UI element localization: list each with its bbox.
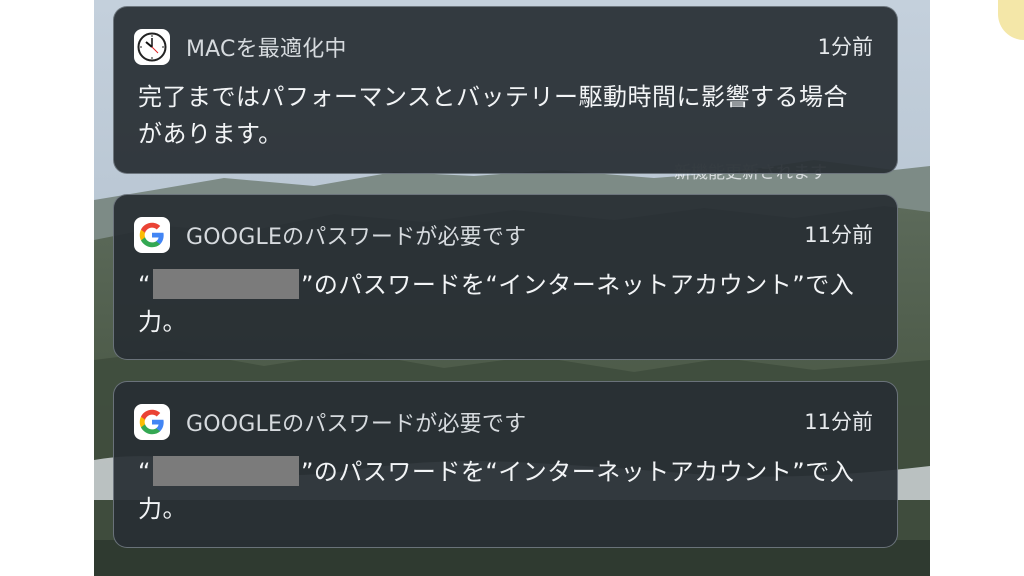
open-quote: “ (138, 271, 151, 299)
notification-time: 11分前 (804, 410, 873, 434)
open-quote: “ (138, 458, 151, 486)
redacted-account-name (152, 456, 299, 486)
notification-header: GOOGLEのパスワードが必要です 11分前 (134, 404, 873, 440)
notification-body: 完了まではパフォーマンスとバッテリー駆動時間に影響する場合があります。 (138, 83, 849, 148)
notification-app-name: GOOGLEのパスワードが必要です (186, 225, 527, 250)
notification-time: 1分前 (817, 35, 873, 59)
clock-icon (134, 29, 170, 65)
notification-header: MACを最適化中 1分前 (134, 29, 873, 65)
corner-badge (998, 0, 1024, 40)
google-icon (134, 217, 170, 253)
google-icon (134, 404, 170, 440)
notification-app-name: MACを最適化中 (186, 37, 347, 62)
notification-google-password[interactable]: GOOGLEのパスワードが必要です 11分前 “”のパスワードを“インターネット… (113, 194, 898, 360)
notification-time: 11分前 (804, 223, 873, 247)
notification-google-password[interactable]: GOOGLEのパスワードが必要です 11分前 “”のパスワードを“インターネット… (113, 381, 898, 548)
notification-body: “”のパスワードを“インターネットアカウント”で入力。 (138, 267, 857, 341)
notification-optimizing-mac[interactable]: MACを最適化中 1分前 完了まではパフォーマンスとバッテリー駆動時間に影響する… (113, 6, 898, 174)
redacted-account-name (152, 269, 299, 299)
notification-body: “”のパスワードを“インターネットアカウント”で入力。 (138, 454, 857, 528)
notification-header: GOOGLEのパスワードが必要です 11分前 (134, 217, 873, 253)
notification-app-name: GOOGLEのパスワードが必要です (186, 412, 527, 437)
